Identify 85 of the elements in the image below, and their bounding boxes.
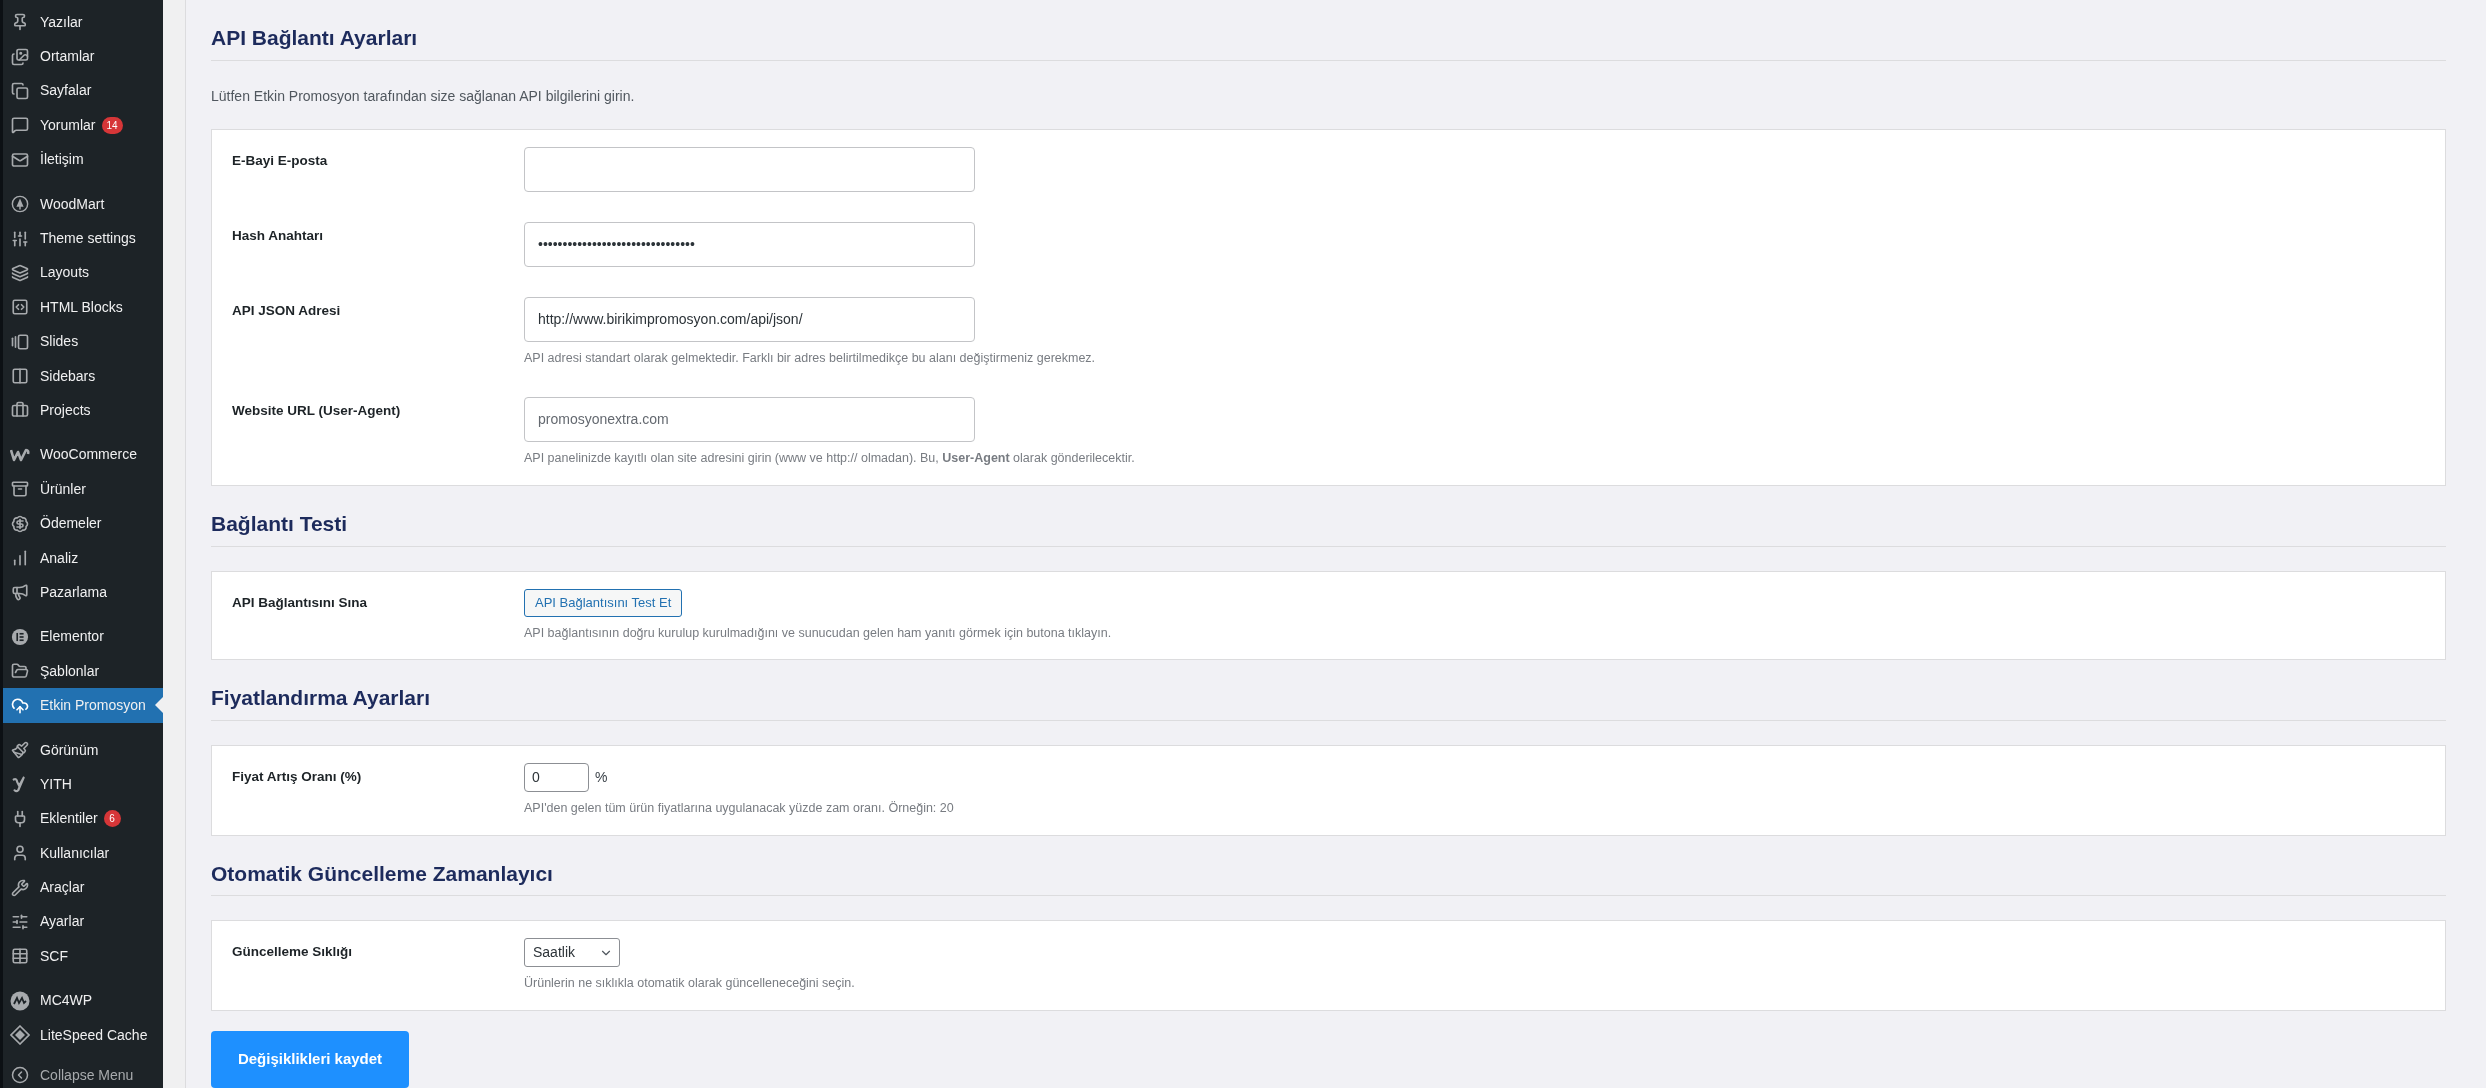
field-label: Fiyat Artış Oranı (%): [232, 767, 363, 786]
sidebar-item[interactable]: MC4WP: [3, 983, 163, 1018]
field-label: API JSON Adresi: [232, 301, 342, 320]
columns-icon: [11, 367, 29, 386]
field-label: Hash Anahtarı: [232, 226, 325, 245]
sidebar-item[interactable]: Analiz: [3, 540, 163, 576]
help-text: API adresi standart olarak gelmektedir. Farklı bir adres belirtilmedikçe bu alanı değiştirmeniz gerekmez.: [524, 349, 1096, 367]
input-field[interactable]: promosyonextra.com: [524, 397, 975, 443]
sidebar-item[interactable]: Layouts: [3, 255, 163, 291]
settings-icon: [11, 912, 29, 931]
sidebar-item[interactable]: SCF: [3, 939, 163, 974]
sidebar-item[interactable]: YITH: [3, 767, 163, 802]
megaphone-icon: [11, 583, 29, 602]
sidebar-item[interactable]: Projects: [3, 393, 163, 428]
sliders-icon: [11, 229, 29, 248]
field-label: E-Bayi E-posta: [232, 151, 329, 170]
test-connection-button[interactable]: API Bağlantısını Test Et: [524, 588, 683, 617]
section-heading: Otomatik Güncelleme Zamanlayıcı: [211, 857, 2446, 896]
help-text: API bağlantısının doğru kurulup kurulmadığını ve sunucudan gelen ham yanıtı görmek için butona tıklayın.: [524, 624, 1112, 642]
code-icon: [11, 298, 29, 317]
help-text: Ürünlerin ne sıklıkla otomatik olarak güncelleneceğini seçin.: [524, 975, 855, 992]
unit-label: %: [595, 767, 608, 787]
wrench-icon: [11, 878, 29, 897]
sidebar-item[interactable]: Slides: [3, 324, 163, 359]
number-field[interactable]: 0: [524, 762, 589, 792]
comment-icon: [11, 116, 29, 135]
field-label: Güncelleme Sıklığı: [232, 943, 354, 961]
pin-icon: [11, 13, 29, 32]
cloud-upload-icon: [11, 696, 29, 715]
sidebar-item[interactable]: Theme settings: [3, 221, 163, 256]
input-field[interactable]: ••••••••••••••••••••••••••••••••: [524, 221, 975, 267]
input-field[interactable]: http://www.birikimpromosyon.com/api/json/: [524, 296, 975, 342]
bar-chart-icon: [11, 549, 29, 568]
briefcase-icon: [11, 401, 29, 420]
table-icon: [11, 947, 29, 966]
paintbrush-icon: [11, 741, 29, 759]
elementor-logo-icon: [11, 627, 29, 646]
folder-icon: [11, 662, 29, 681]
archive-icon: [11, 480, 29, 499]
field-label: Website URL (User-Agent): [232, 402, 402, 421]
section-heading: API Bağlantı Ayarları: [211, 22, 2446, 61]
sidebar-item[interactable]: Yazılar: [3, 5, 163, 40]
mc-logo-icon: [10, 990, 30, 1011]
layers-icon: [11, 263, 29, 282]
sidebar-item[interactable]: Görünüm: [3, 732, 163, 768]
input-field[interactable]: [524, 146, 975, 192]
sidebar-item[interactable]: İletişim: [3, 142, 163, 177]
count-badge: 14: [101, 116, 123, 134]
sidebar-item[interactable]: Etkin Promosyon: [3, 688, 163, 723]
frequency-select[interactable]: Saatlik: [524, 938, 620, 967]
w-logo-icon: [10, 447, 30, 462]
sidebar-item[interactable]: Ödemeler: [3, 506, 163, 541]
slides-icon: [11, 332, 29, 351]
mail-icon: [11, 150, 29, 169]
diamond-logo-icon: [10, 1025, 30, 1046]
sidebar-item[interactable]: Ürünler: [3, 472, 163, 507]
help-text: API'den gelen tüm ürün fiyatlarına uygulanacak yüzde zam oranı. Örneğin: 20: [524, 799, 954, 817]
field-label: API Bağlantısını Sına: [232, 593, 369, 612]
sidebar-item[interactable]: Kullanıcılar: [3, 836, 163, 871]
sidebar-item[interactable]: Ortamlar: [3, 39, 163, 74]
collapse-menu-button[interactable]: Collapse Menu: [3, 1062, 163, 1088]
count-badge: 6: [103, 810, 121, 828]
help-text: API panelinizde kayıtlı olan site adresini girin (www ve http:// olmadan). Bu, User-Agent olarak gönderilecektir.: [524, 450, 1135, 468]
sidebar-item[interactable]: Eklentiler 6: [3, 801, 163, 836]
section-heading: Fiyatlandırma Ayarları: [211, 682, 2446, 721]
sidebar-item[interactable]: HTML Blocks: [3, 290, 163, 325]
sidebar-item[interactable]: Ayarlar: [3, 904, 163, 940]
section-heading: Bağlantı Testi: [211, 508, 2446, 547]
collapse-icon: [11, 1066, 29, 1085]
section-description: Lütfen Etkin Promosyon tarafından size sağlanan API bilgilerini girin.: [211, 86, 636, 106]
sidebar-item[interactable]: Pazarlama: [3, 575, 163, 610]
sidebar-item[interactable]: Şablonlar: [3, 654, 163, 689]
media-icon: [11, 47, 29, 66]
sidebar-item[interactable]: Sayfalar: [3, 73, 163, 109]
pages-icon: [11, 81, 29, 100]
sidebar-item[interactable]: LiteSpeed Cache: [3, 1017, 163, 1053]
sidebar-item[interactable]: Sidebars: [3, 358, 163, 394]
dollar-icon: [11, 514, 29, 533]
user-icon: [11, 844, 29, 863]
sidebar-item[interactable]: WoodMart: [3, 186, 163, 222]
tree-logo-icon: [11, 195, 29, 214]
sidebar-item[interactable]: Araçlar: [3, 870, 163, 905]
sidebar-item[interactable]: WooCommerce: [3, 437, 163, 473]
sidebar-item[interactable]: Yorumlar 14: [3, 108, 163, 143]
sidebar-item[interactable]: Elementor: [3, 619, 163, 655]
